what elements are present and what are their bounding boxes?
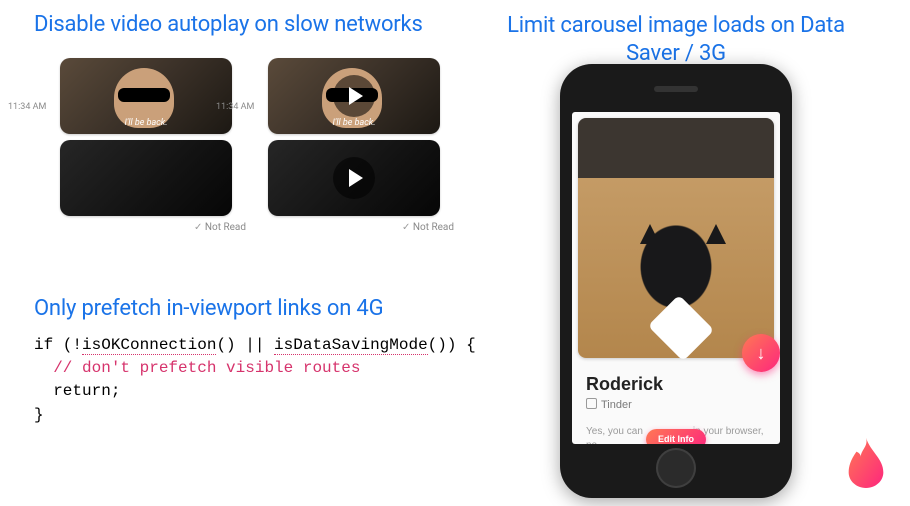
code-snippet: if (!isOKConnection() || isDataSavingMod… xyxy=(34,334,476,427)
code-fn-isokconnection: isOKConnection xyxy=(82,336,216,355)
heading-prefetch: Only prefetch in-viewport links on 4G xyxy=(34,296,383,321)
dog-ear-shape xyxy=(706,224,726,244)
phone-home-button[interactable] xyxy=(656,448,696,488)
scroll-down-fab[interactable]: ↓ xyxy=(742,334,780,372)
sunglasses-shape xyxy=(118,88,170,102)
video-thumb-autoplay[interactable] xyxy=(60,140,232,216)
phone-screen: ↓ Roderick Tinder Yes, you can in your b… xyxy=(572,112,780,444)
chat-message xyxy=(60,140,250,216)
tinder-flame-icon xyxy=(844,436,888,488)
chat-message: 11:34 AM I'll be back. xyxy=(60,58,250,134)
profile-photo[interactable]: ↓ xyxy=(578,118,774,358)
play-icon[interactable] xyxy=(333,157,375,199)
code-text: return; xyxy=(34,382,120,400)
chat-message: 11:34 AM I'll be back. xyxy=(268,58,458,134)
code-text: if (! xyxy=(34,336,82,354)
phone-frame: ↓ Roderick Tinder Yes, you can in your b… xyxy=(560,64,792,498)
profile-blurb: Yes, you can in your browser, no eded. E… xyxy=(586,425,766,444)
dog-ear-shape xyxy=(640,224,660,244)
read-status: Not Read xyxy=(60,222,250,233)
blurb-text: Yes, you can xyxy=(586,426,643,437)
code-text: } xyxy=(34,406,44,424)
video-thumb-paused[interactable]: I'll be back. xyxy=(268,58,440,134)
video-caption: I'll be back. xyxy=(268,118,440,128)
video-caption: I'll be back. xyxy=(60,118,232,128)
chat-column-autoplay: 11:34 AM I'll be back. Not Read xyxy=(60,58,250,233)
phone-earpiece xyxy=(654,86,698,92)
code-text: ()) { xyxy=(428,336,476,354)
code-comment: // don't prefetch visible routes xyxy=(34,359,360,377)
dog-bandana-shape xyxy=(648,295,714,361)
code-fn-isdatasavingmode: isDataSavingMode xyxy=(274,336,428,355)
video-thumb-autoplay[interactable]: I'll be back. xyxy=(60,58,232,134)
profile-header: Roderick Tinder xyxy=(572,364,780,411)
chat-timestamp: 11:34 AM xyxy=(216,102,254,112)
arrow-down-icon: ↓ xyxy=(757,343,766,364)
edit-info-button[interactable]: Edit Info xyxy=(646,429,706,444)
profile-name: Roderick xyxy=(586,374,766,395)
heading-autoplay: Disable video autoplay on slow networks xyxy=(34,12,423,37)
video-thumb-paused[interactable] xyxy=(268,140,440,216)
chat-column-paused: 11:34 AM I'll be back. Not Read xyxy=(268,58,458,233)
play-icon[interactable] xyxy=(333,75,375,117)
chat-timestamp: 11:34 AM xyxy=(8,102,46,112)
read-status: Not Read xyxy=(268,222,458,233)
heading-carousel: Limit carousel image loads on Data Saver… xyxy=(506,12,846,67)
chat-message xyxy=(268,140,458,216)
code-text: () || xyxy=(216,336,274,354)
profile-source: Tinder xyxy=(586,397,766,411)
